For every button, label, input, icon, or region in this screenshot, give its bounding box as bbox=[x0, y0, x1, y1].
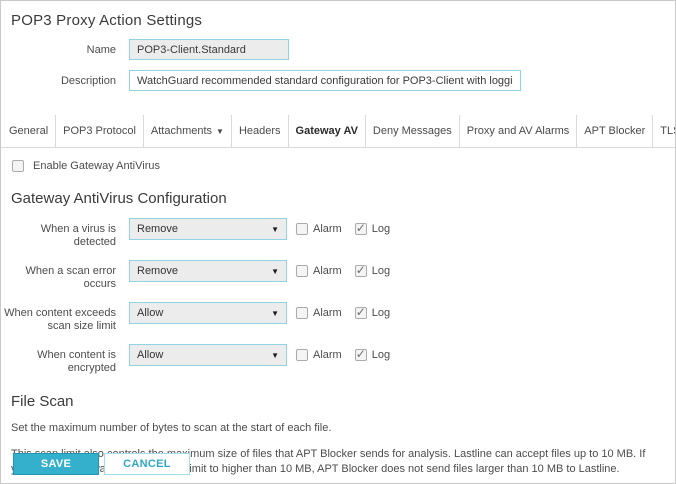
content-exceeds-label: When content exceeds scan size limit bbox=[4, 307, 116, 332]
proxy-action-settings-page: POP3 Proxy Action Settings Name Descript… bbox=[0, 0, 676, 484]
log-checkbox[interactable] bbox=[354, 221, 367, 235]
alarm-checkbox[interactable] bbox=[296, 223, 308, 235]
name-label: Name bbox=[86, 44, 116, 56]
caret-down-icon: ▼ bbox=[216, 126, 224, 136]
tab-proxy-and-av-alarms[interactable]: Proxy and AV Alarms bbox=[460, 115, 578, 147]
content-exceeds-row: When content exceeds scan size limit All… bbox=[1, 302, 675, 333]
log-label: Log bbox=[371, 223, 391, 235]
alarm-checkbox[interactable] bbox=[296, 265, 308, 277]
description-label: Description bbox=[60, 75, 116, 87]
enable-antivirus-checkbox[interactable] bbox=[12, 160, 24, 172]
alarm-checkbox[interactable] bbox=[296, 349, 308, 361]
log-checkbox[interactable] bbox=[354, 263, 367, 277]
tab-apt-blocker[interactable]: APT Blocker bbox=[577, 115, 654, 147]
tab-gateway-av[interactable]: Gateway AV bbox=[289, 115, 366, 147]
alarm-label: Alarm bbox=[313, 265, 342, 277]
alarm-option: Alarm bbox=[296, 218, 342, 235]
dropdown-arrow-icon: ▼ bbox=[271, 224, 279, 234]
dropdown-arrow-icon: ▼ bbox=[271, 350, 279, 360]
virus-detected-label: When a virus is detected bbox=[40, 223, 116, 248]
save-button[interactable]: SAVE bbox=[13, 453, 99, 475]
log-label: Log bbox=[371, 307, 391, 319]
log-option: Log bbox=[354, 218, 391, 235]
description-row: Description bbox=[1, 70, 675, 91]
page-title: POP3 Proxy Action Settings bbox=[11, 12, 203, 29]
tab-headers[interactable]: Headers bbox=[232, 115, 289, 147]
virus-detected-select[interactable]: Remove ▼ bbox=[129, 218, 287, 240]
alarm-option: Alarm bbox=[296, 344, 342, 361]
file-scan-heading: File Scan bbox=[11, 393, 74, 410]
tab-tls[interactable]: TLS bbox=[653, 115, 675, 147]
enable-antivirus-row: Enable Gateway AntiVirus bbox=[12, 160, 675, 172]
log-label: Log bbox=[371, 349, 391, 361]
name-input[interactable] bbox=[129, 39, 289, 60]
log-checkbox[interactable] bbox=[354, 347, 367, 361]
tab-general[interactable]: General bbox=[2, 115, 57, 147]
dropdown-arrow-icon: ▼ bbox=[271, 266, 279, 276]
description-input[interactable] bbox=[129, 70, 521, 91]
settings-tabbar: General POP3 Protocol Attachments ▼ Heade… bbox=[1, 115, 675, 148]
alarm-label: Alarm bbox=[313, 223, 342, 235]
log-checkbox[interactable] bbox=[354, 305, 367, 319]
enable-antivirus-label: Enable Gateway AntiVirus bbox=[33, 160, 160, 172]
alarm-option: Alarm bbox=[296, 302, 342, 319]
content-encrypted-select[interactable]: Allow ▼ bbox=[129, 344, 287, 366]
gateway-antivirus-config-heading: Gateway AntiVirus Configuration bbox=[11, 190, 227, 207]
log-label: Log bbox=[371, 265, 391, 277]
alarm-checkbox[interactable] bbox=[296, 307, 308, 319]
alarm-option: Alarm bbox=[296, 260, 342, 277]
scan-error-select[interactable]: Remove ▼ bbox=[129, 260, 287, 282]
scan-error-label: When a scan error occurs bbox=[25, 265, 116, 290]
log-option: Log bbox=[354, 302, 391, 319]
log-option: Log bbox=[354, 344, 391, 361]
tab-pop3-protocol[interactable]: POP3 Protocol bbox=[56, 115, 144, 147]
cancel-button[interactable]: CANCEL bbox=[104, 453, 190, 475]
scan-error-row: When a scan error occurs Remove ▼ Alarm … bbox=[1, 260, 675, 291]
name-row: Name bbox=[1, 39, 675, 60]
alarm-label: Alarm bbox=[313, 349, 342, 361]
content-exceeds-select[interactable]: Allow ▼ bbox=[129, 302, 287, 324]
tab-deny-messages[interactable]: Deny Messages bbox=[366, 115, 460, 147]
virus-detected-row: When a virus is detected Remove ▼ Alarm … bbox=[1, 218, 675, 249]
content-encrypted-row: When content is encrypted Allow ▼ Alarm … bbox=[1, 344, 675, 375]
tab-attachments[interactable]: Attachments ▼ bbox=[144, 115, 232, 147]
dropdown-arrow-icon: ▼ bbox=[271, 308, 279, 318]
action-buttons: SAVE CANCEL bbox=[13, 453, 190, 475]
log-option: Log bbox=[354, 260, 391, 277]
alarm-label: Alarm bbox=[313, 307, 342, 319]
file-scan-intro: Set the maximum number of bytes to scan … bbox=[11, 422, 332, 434]
content-encrypted-label: When content is encrypted bbox=[37, 349, 116, 374]
